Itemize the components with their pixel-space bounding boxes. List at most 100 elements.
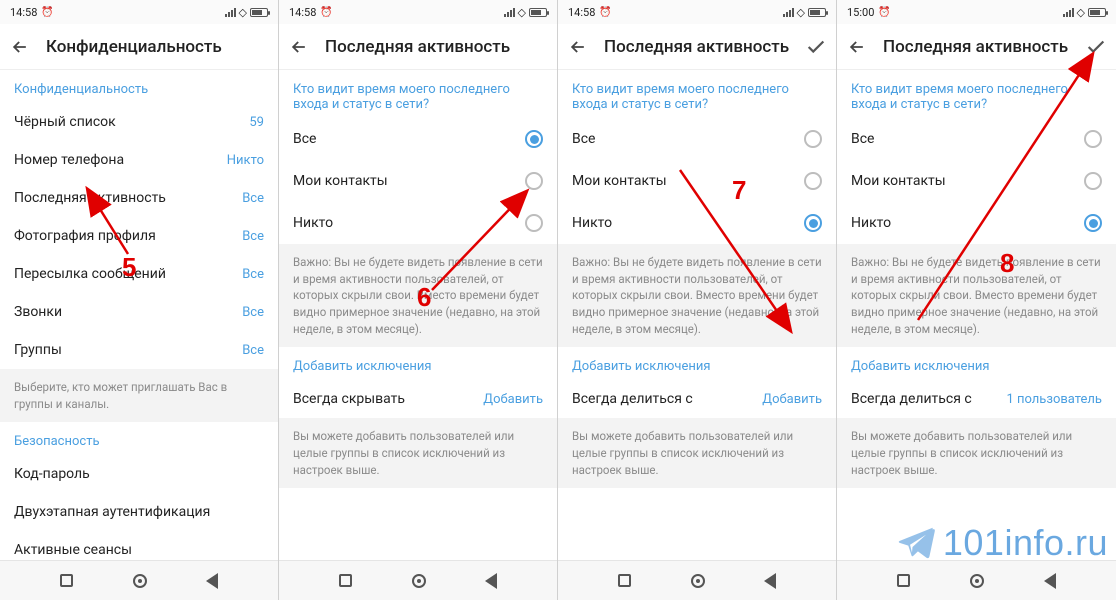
calls-label: Звонки (14, 304, 62, 320)
signal-icon (504, 8, 515, 17)
radio-icon (1084, 172, 1102, 190)
content: Кто видит время моего последнего входа и… (279, 70, 557, 560)
add-link[interactable]: Добавить (762, 392, 822, 407)
nav-back[interactable] (206, 573, 218, 589)
option-all-label: Все (572, 131, 595, 147)
exceptions-note: Вы можете добавить пользователей или цел… (279, 418, 557, 488)
always-share-row[interactable]: Всегда делиться с Добавить (558, 380, 836, 418)
confirm-button[interactable] (804, 35, 828, 59)
header: Последняя активность (837, 24, 1116, 70)
status-bar: 14:58⏰ ◇ (279, 0, 557, 24)
battery-icon (529, 8, 547, 17)
nav-home[interactable] (970, 574, 984, 588)
signal-icon (225, 8, 236, 17)
back-button[interactable] (566, 35, 590, 59)
nav-home[interactable] (412, 574, 426, 588)
question: Кто видит время моего последнего входа и… (558, 70, 836, 118)
option-nobody[interactable]: Никто (837, 202, 1116, 244)
option-all[interactable]: Все (279, 118, 557, 160)
passcode-label: Код-пароль (14, 466, 90, 482)
header: Последняя активность (558, 24, 836, 70)
sessions-label: Активные сеансы (14, 542, 132, 558)
exceptions-title: Добавить исключения (558, 347, 836, 380)
status-time: 15:00 (847, 6, 874, 19)
twostep-label: Двухэтапная аутентификация (14, 504, 210, 520)
nav-home[interactable] (133, 574, 147, 588)
groups-row[interactable]: ГруппыВсе (0, 331, 278, 369)
header: Конфиденциальность (0, 24, 278, 70)
option-all[interactable]: Все (558, 118, 836, 160)
nav-back[interactable] (1044, 573, 1056, 589)
phone-row[interactable]: Номер телефонаНикто (0, 141, 278, 179)
option-nobody-label: Никто (851, 215, 891, 231)
twostep-row[interactable]: Двухэтапная аутентификация (0, 493, 278, 531)
arrow-left-icon (847, 37, 867, 57)
status-indicators: ◇ (225, 6, 268, 19)
arrow-left-icon (568, 37, 588, 57)
radio-icon (804, 130, 822, 148)
exceptions-note: Вы можете добавить пользователей или цел… (837, 418, 1116, 488)
nav-home[interactable] (691, 574, 705, 588)
signal-icon (783, 8, 794, 17)
groups-label: Группы (14, 342, 62, 358)
always-share-row[interactable]: Всегда делиться с1 пользователь (837, 380, 1116, 418)
question: Кто видит время моего последнего входа и… (837, 70, 1116, 118)
confirm-button[interactable] (1084, 35, 1108, 59)
option-contacts-label: Мои контакты (293, 173, 388, 189)
option-nobody[interactable]: Никто (279, 202, 557, 244)
forward-value: Все (242, 267, 264, 282)
phone-screen-4: 15:00⏰ ◇ Последняя активность Кто видит … (837, 0, 1116, 600)
page-title: Конфиденциальность (46, 37, 270, 57)
blacklist-value: 59 (249, 115, 264, 130)
option-contacts[interactable]: Мои контакты (837, 160, 1116, 202)
phone-screen-2: 14:58⏰ ◇ Последняя активность Кто видит … (279, 0, 558, 600)
content: Кто видит время моего последнего входа и… (837, 70, 1116, 560)
status-indicators: ◇ (504, 6, 547, 19)
page-title: Последняя активность (604, 37, 790, 57)
radio-icon (804, 172, 822, 190)
arrow-left-icon (10, 37, 30, 57)
status-bar: 15:00⏰ ◇ (837, 0, 1116, 24)
nav-recent[interactable] (339, 574, 352, 587)
back-button[interactable] (845, 35, 869, 59)
lastseen-row[interactable]: Последняя активностьВсе (0, 179, 278, 217)
nav-back[interactable] (485, 573, 497, 589)
nav-recent[interactable] (897, 574, 910, 587)
blacklist-row[interactable]: Чёрный список59 (0, 103, 278, 141)
phone-screen-1: 14:58⏰ ◇ Конфиденциальность Конфиденциал… (0, 0, 279, 600)
nav-recent[interactable] (60, 574, 73, 587)
radio-icon (525, 172, 543, 190)
always-hide-row[interactable]: Всегда скрыватьДобавить (279, 380, 557, 418)
option-contacts[interactable]: Мои контакты (279, 160, 557, 202)
nav-back[interactable] (764, 573, 776, 589)
passcode-row[interactable]: Код-пароль (0, 455, 278, 493)
status-indicators: ◇ (1063, 6, 1106, 19)
content: Кто видит время моего последнего входа и… (558, 70, 836, 560)
nav-recent[interactable] (618, 574, 631, 587)
always-share-label: Всегда делиться с (572, 391, 693, 407)
option-all-label: Все (851, 131, 874, 147)
option-nobody[interactable]: Никто (558, 202, 836, 244)
header: Последняя активность (279, 24, 557, 70)
status-time: 14:58 (289, 6, 316, 19)
sessions-row[interactable]: Активные сеансы (0, 531, 278, 560)
lastseen-label: Последняя активность (14, 190, 166, 206)
option-all[interactable]: Все (837, 118, 1116, 160)
back-button[interactable] (8, 35, 32, 59)
user-count[interactable]: 1 пользователь (1006, 392, 1102, 407)
status-indicators: ◇ (783, 6, 826, 19)
android-nav (279, 560, 557, 600)
photo-row[interactable]: Фотография профиляВсе (0, 217, 278, 255)
add-link[interactable]: Добавить (483, 392, 543, 407)
calls-row[interactable]: ЗвонкиВсе (0, 293, 278, 331)
wifi-icon: ◇ (518, 6, 526, 19)
photo-label: Фотография профиля (14, 228, 156, 244)
option-contacts[interactable]: Мои контакты (558, 160, 836, 202)
signal-icon (1063, 8, 1074, 17)
android-nav (837, 560, 1116, 600)
forward-row[interactable]: Пересылка сообщений Все (0, 255, 278, 293)
android-nav (0, 560, 278, 600)
forward-label: Пересылка сообщений (14, 266, 166, 282)
radio-icon (804, 214, 822, 232)
back-button[interactable] (287, 35, 311, 59)
